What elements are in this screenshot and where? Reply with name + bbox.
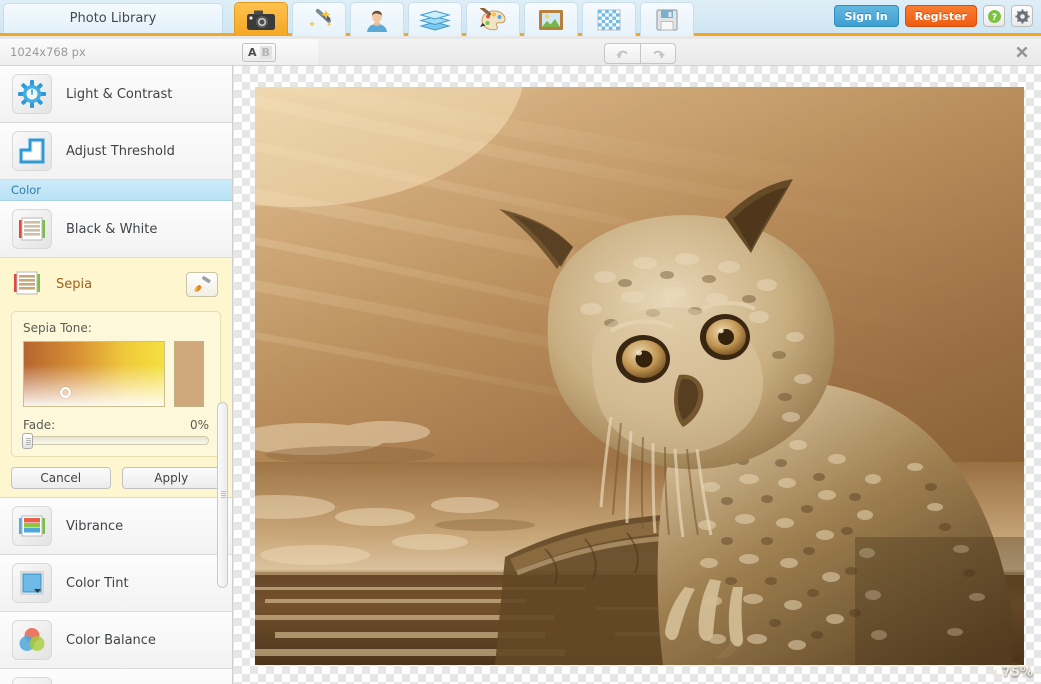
tool-tabs [234, 2, 694, 36]
picture-frame-icon [537, 8, 565, 32]
sepia-panel-actions: Cancel Apply [11, 467, 221, 489]
settings-button[interactable] [1011, 5, 1033, 27]
fade-slider-handle[interactable] [22, 433, 33, 449]
compare-a-label: A [246, 46, 259, 59]
threshold-step-icon [12, 131, 52, 171]
sidebar-item-adjust-threshold[interactable]: Adjust Threshold [0, 123, 232, 180]
sidebar-item-label: Color Tint [66, 576, 129, 591]
info-toolbar: 1024x768 px A B [0, 39, 1041, 66]
camera-icon [246, 9, 276, 31]
sidebar-item-partial[interactable] [0, 669, 232, 684]
floppy-disk-icon [655, 8, 679, 32]
top-tab-bar: Photo Library [0, 0, 1041, 36]
close-x-icon [1014, 44, 1030, 60]
magic-wand-icon [305, 8, 333, 32]
redo-arrow-icon [650, 48, 666, 60]
tab-paint[interactable] [466, 2, 520, 36]
sepia-icon [12, 268, 42, 302]
help-circle-icon: ? [987, 9, 1002, 24]
sepia-tone-row [23, 341, 209, 407]
tab-portrait[interactable] [350, 2, 404, 36]
sepia-panel-header[interactable]: Sepia [0, 258, 232, 311]
help-button[interactable]: ? [983, 5, 1005, 27]
apply-button[interactable]: Apply [122, 467, 222, 489]
black-white-icon [12, 209, 52, 249]
effect-thumb-icon [12, 677, 52, 684]
fade-slider[interactable] [23, 436, 209, 445]
edited-photo[interactable] [255, 87, 1024, 665]
ab-compare-toggle[interactable]: A B [242, 43, 276, 62]
sidebar-item-black-white[interactable]: Black & White [0, 201, 232, 258]
sidebar-item-vibrance[interactable]: Vibrance [0, 498, 232, 555]
brush-icon [192, 276, 212, 294]
histogram-strip [318, 39, 1041, 65]
person-icon [364, 8, 390, 32]
cancel-label: Cancel [40, 471, 81, 485]
sidebar-item-label: Vibrance [66, 519, 123, 534]
cancel-button[interactable]: Cancel [11, 467, 111, 489]
apply-label: Apply [154, 471, 188, 485]
register-label: Register [915, 10, 967, 23]
zoom-level-label: 75% [1002, 665, 1033, 680]
gear-thumb-icon [12, 74, 52, 114]
sepia-tone-picker[interactable] [23, 341, 165, 407]
redo-button[interactable] [640, 44, 675, 63]
sidebar-item-label: Color Balance [66, 633, 156, 648]
undo-button[interactable] [605, 44, 640, 63]
sign-in-label: Sign In [845, 10, 888, 23]
compare-b-label: B [260, 46, 272, 59]
gear-icon [1015, 9, 1030, 24]
sign-in-button[interactable]: Sign In [834, 5, 899, 27]
sidebar-item-label: Light & Contrast [66, 87, 172, 102]
sidebar-section-color: Color [0, 180, 232, 201]
sidebar-scrollbar[interactable] [217, 402, 228, 642]
sidebar-item-label: Adjust Threshold [66, 144, 175, 159]
sidebar-item-color-tint[interactable]: Color Tint [0, 555, 232, 612]
sidebar-item-color-balance[interactable]: Color Balance [0, 612, 232, 669]
image-dimensions: 1024x768 px [10, 45, 86, 59]
tab-frames[interactable] [524, 2, 578, 36]
sidebar-section-label: Color [11, 183, 41, 197]
register-button[interactable]: Register [905, 5, 977, 27]
fade-value: 0% [190, 418, 209, 432]
zoom-decrease-arrow-icon[interactable] [990, 668, 997, 678]
brush-button[interactable] [186, 272, 218, 297]
sepia-panel: Sepia Sepia Tone: Fade: 0% [0, 258, 232, 498]
checkerboard-icon [596, 8, 622, 32]
sidebar-item-light-contrast[interactable]: Light & Contrast [0, 66, 232, 123]
svg-text:?: ? [991, 13, 996, 23]
palette-icon [478, 8, 508, 32]
owl-photograph-svg [255, 87, 1024, 665]
sidebar-scroll-thumb[interactable] [217, 402, 228, 588]
fade-row: Fade: 0% [23, 418, 209, 432]
sepia-tone-label: Sepia Tone: [23, 321, 209, 335]
zoom-indicator[interactable]: 75% [990, 665, 1033, 680]
color-tint-icon [12, 563, 52, 603]
undo-redo-group [604, 43, 676, 64]
tab-effects[interactable] [292, 2, 346, 36]
tab-transparency[interactable] [582, 2, 636, 36]
account-actions: Sign In Register ? [834, 5, 1033, 27]
undo-arrow-icon [615, 48, 631, 60]
sepia-controls: Sepia Tone: Fade: 0% [11, 311, 221, 457]
fade-label: Fade: [23, 418, 55, 432]
photo-library-label: Photo Library [70, 11, 157, 26]
vibrance-icon [12, 506, 52, 546]
tab-save[interactable] [640, 2, 694, 36]
sepia-panel-title: Sepia [56, 277, 186, 292]
tab-camera[interactable] [234, 2, 288, 36]
sepia-tone-handle[interactable] [60, 387, 71, 398]
tab-layers[interactable] [408, 2, 462, 36]
close-panel-button[interactable] [1013, 43, 1031, 61]
color-balance-icon [12, 620, 52, 660]
photo-library-tab[interactable]: Photo Library [3, 3, 223, 33]
layers-icon [419, 9, 451, 31]
image-canvas[interactable]: 75% [234, 66, 1041, 684]
effects-sidebar[interactable]: Light & Contrast Adjust Threshold Color [0, 66, 233, 684]
sepia-tone-preview-swatch [174, 341, 204, 407]
sidebar-item-label: Black & White [66, 222, 157, 237]
